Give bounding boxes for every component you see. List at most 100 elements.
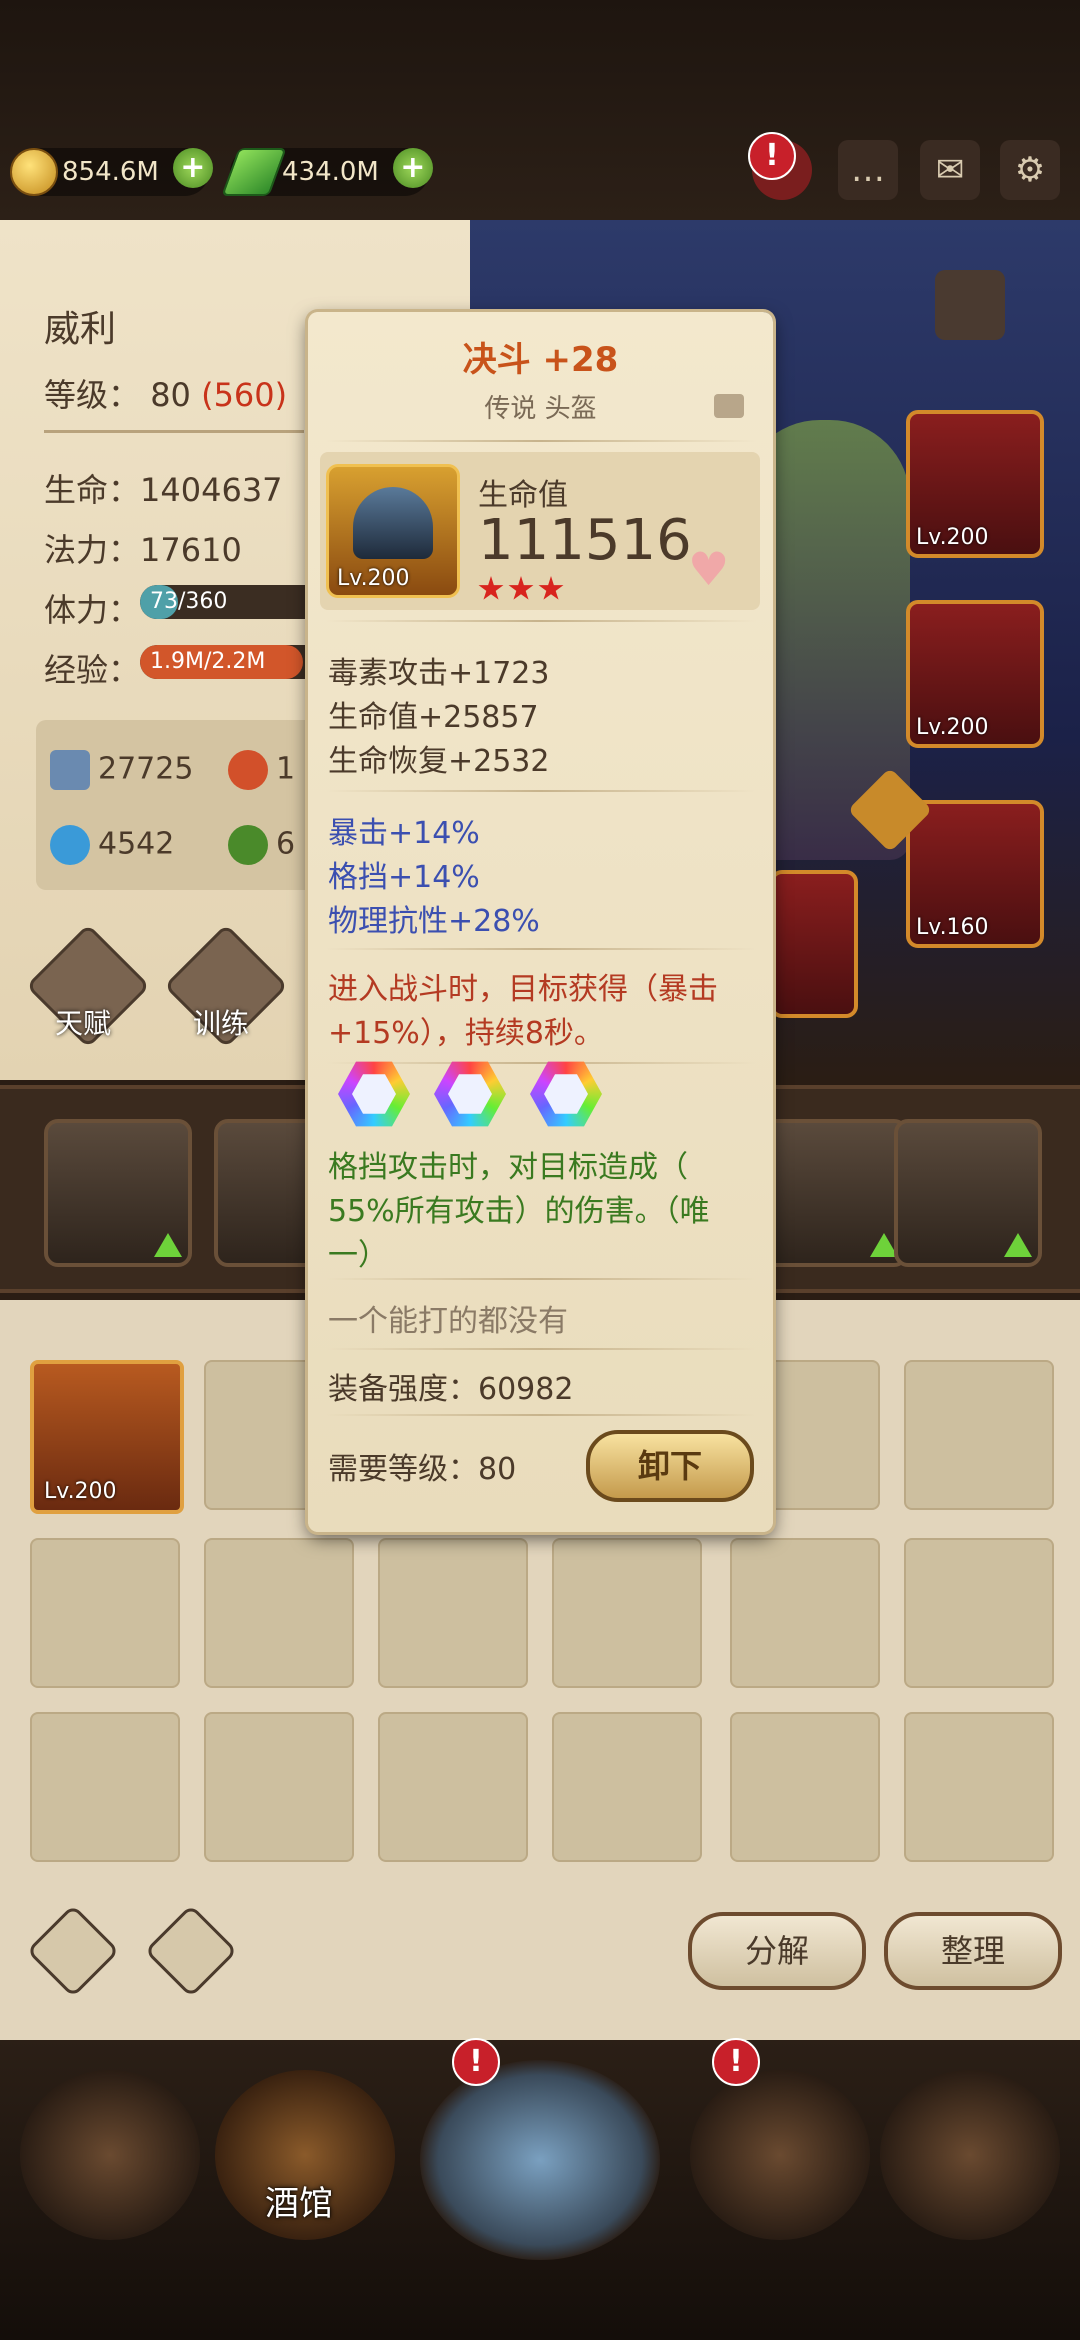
attack-value: 27725: [98, 751, 194, 787]
equip-slot-skull[interactable]: Lv.160: [906, 800, 1044, 948]
item-level: Lv.200: [337, 566, 410, 591]
inventory-slot[interactable]: [552, 1538, 702, 1688]
gold-coin-icon: [10, 148, 58, 196]
equip-slot-partial[interactable]: [770, 870, 858, 1018]
inventory-slot[interactable]: [378, 1538, 528, 1688]
bonus-stat: 物理抗性+28%: [328, 904, 540, 939]
fire-value: 1: [276, 751, 296, 787]
stamina-label: 体力：: [44, 591, 141, 629]
gem-resource: 434.0M +: [221, 148, 433, 196]
socket-gem-icon: [530, 1061, 602, 1127]
unique-effect-line: 一）: [328, 1238, 388, 1273]
socket-gem-icon: [338, 1061, 410, 1127]
hero-name: 威利: [44, 309, 117, 350]
inventory-slot[interactable]: [904, 1360, 1054, 1510]
nav-guild-icon[interactable]: [690, 2070, 870, 2240]
helmet-icon: [353, 487, 433, 559]
hp-value: 1404637: [140, 471, 283, 509]
heart-icon: ♥: [688, 542, 730, 596]
green-gem-icon: [221, 148, 287, 196]
equip-slot-amulet[interactable]: Lv.200: [906, 410, 1044, 558]
gold-resource: 854.6M +: [10, 148, 213, 196]
divider: [44, 430, 304, 433]
mp-label: 法力：: [44, 531, 141, 569]
item-stars: [478, 576, 568, 606]
main-stat-value: 111516: [478, 508, 692, 573]
inventory-slot[interactable]: [30, 1712, 180, 1862]
guild-alert-icon: !: [712, 2038, 760, 2086]
nature-value: 6: [276, 826, 296, 862]
proc-effect-line: 进入战斗时，目标获得（暴击: [328, 972, 718, 1007]
divider: [326, 948, 756, 950]
level-extra: (560): [201, 376, 288, 414]
inventory-slot[interactable]: [378, 1712, 528, 1862]
hero-card[interactable]: [44, 1119, 192, 1267]
chat-icon[interactable]: …: [838, 140, 898, 200]
exp-bar: 1.9M/2.2M: [140, 645, 330, 679]
item-tooltip: 决斗 +28 传说 头盔 Lv.200 生命值 111516 ♥ 毒素攻击+17…: [308, 312, 773, 1532]
base-stat: 生命恢复+2532: [328, 744, 550, 779]
level-value: 80: [150, 376, 191, 414]
star-icon: [538, 576, 564, 600]
flavor-text: 一个能打的都没有: [328, 1304, 568, 1339]
inventory-slot[interactable]: [204, 1538, 354, 1688]
codex-icon[interactable]: [935, 270, 1005, 340]
equip-slot-armor[interactable]: Lv.200: [906, 600, 1044, 748]
inventory-slot[interactable]: [204, 1712, 354, 1862]
talent-label: 天赋: [55, 1007, 112, 1040]
mp-value: 17610: [140, 531, 242, 569]
inventory-slot[interactable]: [552, 1712, 702, 1862]
nav-forge-icon[interactable]: [880, 2070, 1060, 2240]
hero-card[interactable]: [894, 1119, 1042, 1267]
add-gems-button[interactable]: +: [392, 148, 433, 188]
nav-adventure-icon[interactable]: [420, 2060, 660, 2260]
bonus-stat: 暴击+14%: [328, 816, 480, 851]
unique-effect-line: 格挡攻击时，对目标造成（: [328, 1150, 688, 1185]
gem-amount: 434.0M: [282, 157, 379, 187]
sword-icon: [50, 750, 90, 790]
exp-label: 经验：: [44, 651, 141, 689]
helmet-type-icon: [714, 394, 744, 418]
unequip-button[interactable]: 卸下: [586, 1430, 754, 1502]
socket-gem-icon: [434, 1061, 506, 1127]
item-level: Lv.200: [44, 1479, 117, 1504]
defense-value: 4542: [98, 826, 175, 862]
inventory-slot[interactable]: [730, 1538, 880, 1688]
proc-effect-line: +15%），持续8秒。: [328, 1016, 604, 1051]
nav-tavern-label: 酒馆: [265, 2184, 333, 2224]
decompose-button[interactable]: 分解: [688, 1912, 866, 1990]
settings-gear-icon[interactable]: ⚙: [1000, 140, 1060, 200]
star-icon: [508, 576, 534, 600]
inventory-slot[interactable]: [904, 1538, 1054, 1688]
avatar-alert-icon: !: [748, 132, 796, 180]
divider: [326, 790, 756, 792]
leaf-icon: [228, 825, 268, 865]
fire-icon: [228, 750, 268, 790]
upgrade-arrow-icon: [154, 1233, 182, 1257]
star-icon: [478, 576, 504, 600]
add-gold-button[interactable]: +: [172, 148, 213, 188]
hp-label: 生命：: [44, 471, 141, 509]
required-level: 需要等级：80: [328, 1452, 517, 1487]
divider: [326, 1348, 756, 1350]
divider: [326, 1278, 756, 1280]
mail-icon[interactable]: ✉: [920, 140, 980, 200]
inventory-slot[interactable]: [30, 1538, 180, 1688]
upgrade-arrow-icon: [1004, 1233, 1032, 1257]
gold-amount: 854.6M: [62, 157, 159, 187]
snowflake-icon: [50, 825, 90, 865]
base-stat: 生命值+25857: [328, 700, 539, 735]
bonus-stat: 格挡+14%: [328, 860, 480, 895]
sort-button[interactable]: 整理: [884, 1912, 1062, 1990]
hero-card[interactable]: [760, 1119, 908, 1267]
inventory-item[interactable]: Lv.200: [30, 1360, 184, 1514]
nav-town-icon[interactable]: [20, 2070, 200, 2240]
stamina-bar: 73/360: [140, 585, 330, 619]
inventory-slot[interactable]: [904, 1712, 1054, 1862]
inventory-slot[interactable]: [730, 1712, 880, 1862]
item-title: 决斗 +28: [462, 340, 619, 380]
unique-effect-line: 55%所有攻击）的伤害。（唯: [328, 1194, 710, 1229]
level-label: 等级：: [44, 376, 141, 414]
exp-value: 1.9M/2.2M: [150, 649, 266, 674]
adventure-alert-icon: !: [452, 2038, 500, 2086]
